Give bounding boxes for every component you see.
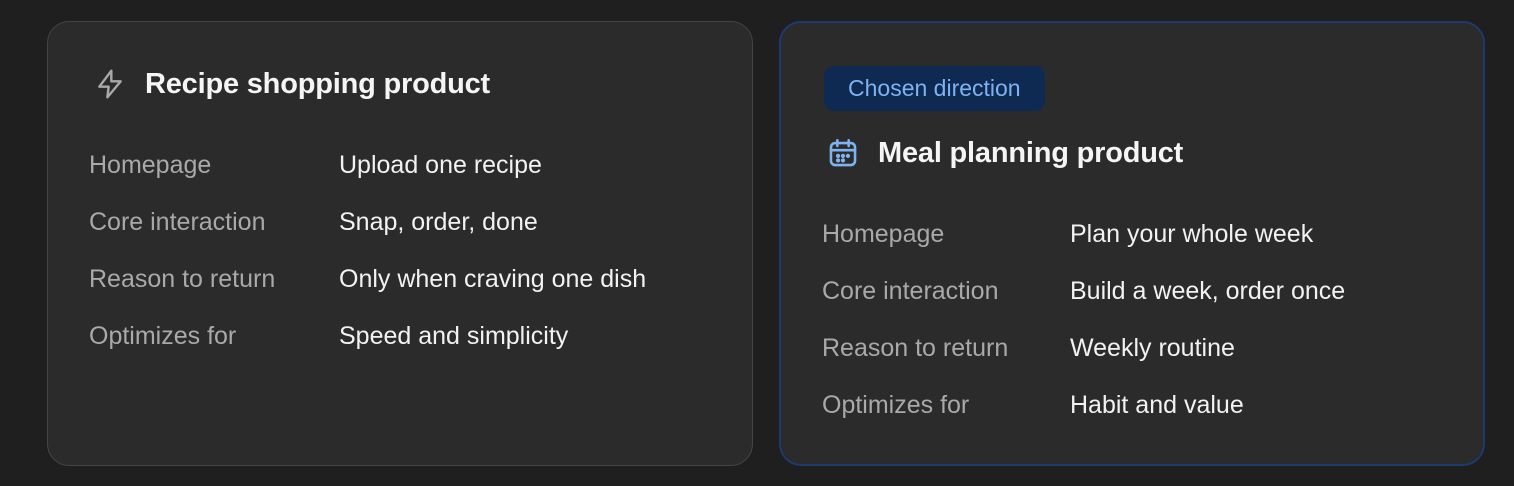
attribute-value: Plan your whole week bbox=[1070, 220, 1314, 248]
card-title: Meal planning product bbox=[825, 135, 1183, 171]
attribute-label: Optimizes for bbox=[89, 322, 237, 350]
recipe-shopping-card[interactable]: Recipe shopping product Homepage Upload … bbox=[47, 21, 753, 466]
attribute-list: Homepage Plan your whole week Core inter… bbox=[822, 206, 1345, 434]
attribute-value: Upload one recipe bbox=[339, 151, 542, 179]
attribute-row-core-interaction: Core interaction Build a week, order onc… bbox=[822, 263, 1345, 320]
attribute-value: Only when craving one dish bbox=[339, 265, 647, 293]
attribute-label: Optimizes for bbox=[822, 391, 970, 419]
attribute-row-core-interaction: Core interaction Snap, order, done bbox=[89, 194, 646, 251]
lightning-bolt-icon bbox=[92, 66, 128, 102]
meal-planning-card[interactable]: Chosen direction Meal planning product H… bbox=[779, 21, 1485, 466]
attribute-row-homepage: Homepage Plan your whole week bbox=[822, 206, 1345, 263]
attribute-row-reason-to-return: Reason to return Only when craving one d… bbox=[89, 251, 646, 308]
attribute-list: Homepage Upload one recipe Core interact… bbox=[89, 137, 646, 365]
attribute-row-reason-to-return: Reason to return Weekly routine bbox=[822, 320, 1345, 377]
attribute-value: Weekly routine bbox=[1070, 334, 1235, 362]
attribute-label: Homepage bbox=[822, 220, 945, 248]
attribute-row-optimizes-for: Optimizes for Habit and value bbox=[822, 377, 1345, 434]
attribute-label: Reason to return bbox=[822, 334, 1009, 362]
attribute-label: Homepage bbox=[89, 151, 212, 179]
attribute-label: Core interaction bbox=[822, 277, 999, 305]
attribute-row-homepage: Homepage Upload one recipe bbox=[89, 137, 646, 194]
attribute-value: Speed and simplicity bbox=[339, 322, 569, 350]
card-title: Recipe shopping product bbox=[92, 66, 490, 102]
attribute-label: Core interaction bbox=[89, 208, 266, 236]
attribute-row-optimizes-for: Optimizes for Speed and simplicity bbox=[89, 308, 646, 365]
card-title-text: Recipe shopping product bbox=[145, 67, 491, 100]
attribute-value: Habit and value bbox=[1070, 391, 1244, 419]
chosen-direction-badge: Chosen direction bbox=[824, 66, 1045, 111]
card-title-text: Meal planning product bbox=[878, 136, 1184, 169]
attribute-value: Snap, order, done bbox=[339, 208, 538, 236]
attribute-value: Build a week, order once bbox=[1070, 277, 1346, 305]
attribute-label: Reason to return bbox=[89, 265, 276, 293]
calendar-icon bbox=[825, 135, 861, 171]
